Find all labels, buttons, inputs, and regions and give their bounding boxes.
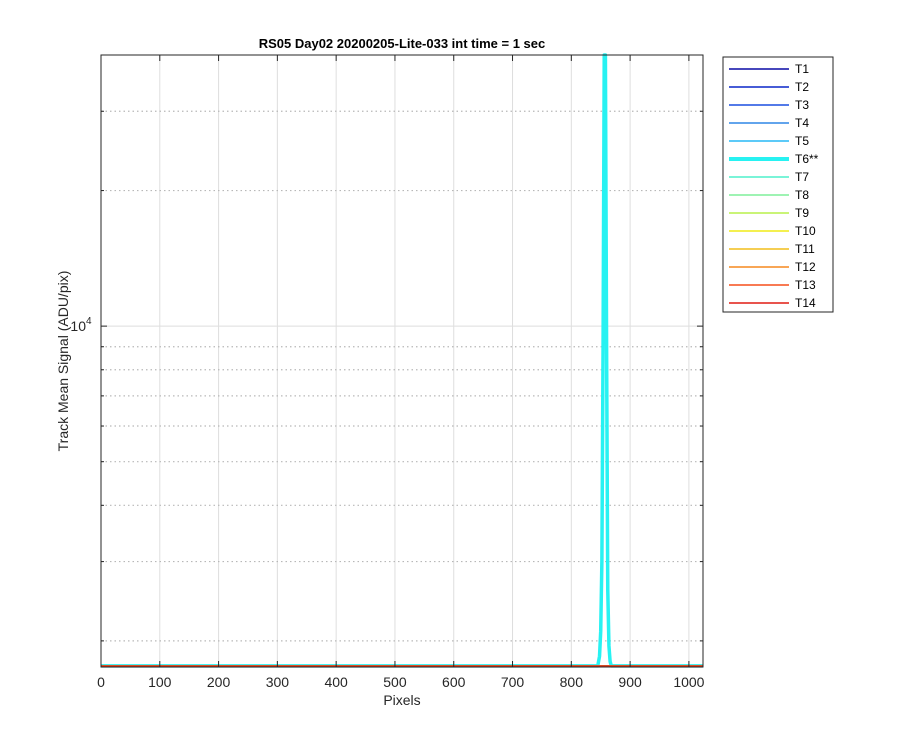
legend-box [722,56,834,313]
x-tick-label: 900 [618,674,642,690]
legend-label: T9 [795,206,809,220]
y-tick-label: 104 [70,316,92,334]
legend-label: T2 [795,80,809,94]
axes-box [100,54,704,668]
legend-label: T8 [795,188,809,202]
x-tick-label: 600 [442,674,466,690]
legend-label: T14 [795,296,816,310]
chart: 0 100 200 300 400 500 600 700 800 900 1000 104 RS05… [55,36,834,708]
x-tick-label: 0 [97,674,105,690]
legend-label: T11 [795,242,815,256]
legend-label: T4 [795,116,809,130]
x-tick-label: 300 [266,674,290,690]
legend-label: T7 [795,170,809,184]
legend-label: T5 [795,134,809,148]
x-tick-label: 100 [148,674,172,690]
x-tick-label: 700 [501,674,525,690]
legend-label: T3 [795,98,809,112]
grid [100,55,703,667]
y-axis-label: Track Mean Signal (ADU/pix) [55,271,71,452]
legend-label: T6** [795,152,819,166]
x-tick-label: 500 [383,674,407,690]
legend-label: T12 [795,260,816,274]
legend-label: T10 [795,224,816,238]
legend-label: T13 [795,278,816,292]
x-tick-label: 200 [207,674,231,690]
chart-title: RS05 Day02 20200205-Lite-033 int time = … [259,36,546,51]
legend-label: T1 [795,62,809,76]
x-tick-label: 400 [324,674,348,690]
series-line-T6 [101,53,703,668]
x-axis-label: Pixels [383,692,420,708]
x-tick-label: 1000 [673,674,704,690]
legend: T1 T2 T3 T4 T5 T6** T7 T8 T9 T10 T11 T12 T13 T14 [722,56,834,313]
x-tick-label: 800 [560,674,584,690]
series-lines [101,53,703,668]
